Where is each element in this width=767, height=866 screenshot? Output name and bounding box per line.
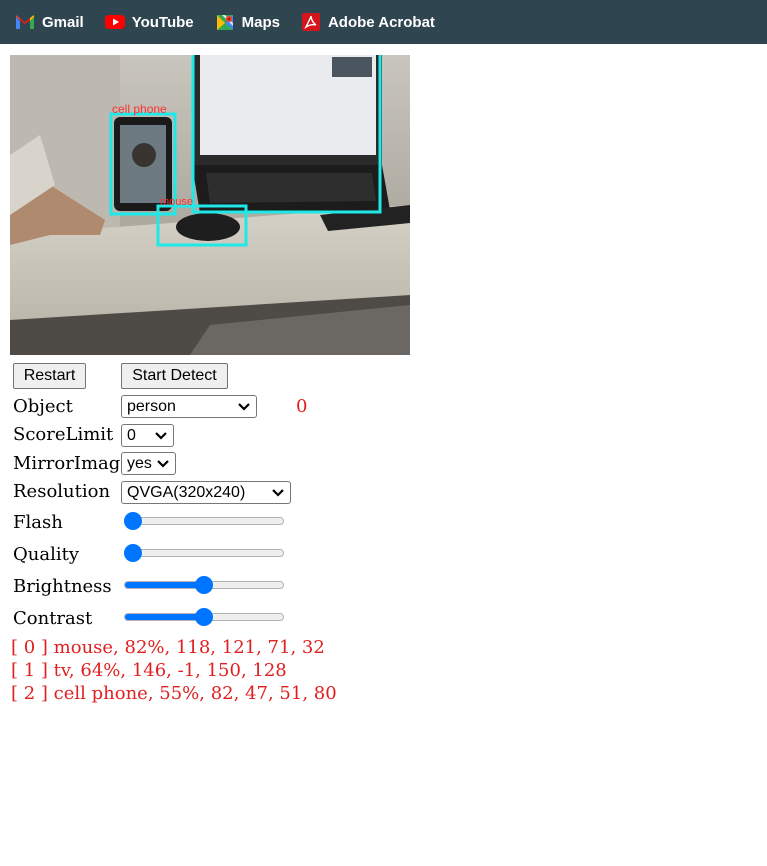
- slider-thumb[interactable]: [124, 512, 142, 530]
- resolution-label: Resolution: [13, 481, 111, 502]
- chevron-down-icon: [155, 431, 167, 440]
- chevron-down-icon: [157, 459, 169, 468]
- resolution-select-value: QVGA(320x240): [127, 483, 246, 501]
- mirror-image-select[interactable]: yes: [121, 452, 176, 475]
- score-limit-select-value: 0: [127, 426, 136, 444]
- result-line: [ 0 ] mouse, 82%, 118, 121, 71, 32: [11, 637, 325, 658]
- restart-button[interactable]: Restart: [13, 363, 86, 389]
- detection-label-mouse: mouse: [160, 196, 193, 208]
- youtube-icon: [104, 13, 126, 31]
- brightness-slider[interactable]: [124, 575, 284, 595]
- slider-fill: [125, 582, 205, 588]
- mirror-image-select-value: yes: [127, 454, 152, 472]
- camera-frame: cell phone mouse: [10, 55, 410, 355]
- chevron-down-icon: [238, 402, 250, 411]
- slider-thumb[interactable]: [195, 576, 213, 594]
- object-select-value: person: [127, 397, 176, 415]
- bookmarks-bar: Gmail YouTube Maps Adobe Acrobat: [0, 0, 767, 44]
- gmail-icon: [14, 13, 36, 31]
- score-limit-label: ScoreLimit: [13, 424, 114, 445]
- contrast-label: Contrast: [13, 608, 93, 629]
- bookmark-gmail[interactable]: Gmail: [14, 13, 84, 31]
- quality-label: Quality: [13, 544, 79, 565]
- slider-thumb[interactable]: [195, 608, 213, 626]
- quality-slider[interactable]: [124, 543, 284, 563]
- detection-results: [ 0 ] mouse, 82%, 118, 121, 71, 32 [ 1 ]…: [11, 636, 337, 705]
- maps-icon: [214, 13, 236, 31]
- chevron-down-icon: [272, 488, 284, 497]
- object-label: Object: [13, 396, 73, 417]
- camera-stream: cell phone mouse: [10, 55, 410, 355]
- bookmark-adobe-acrobat[interactable]: Adobe Acrobat: [300, 13, 435, 31]
- bookmark-label: YouTube: [131, 13, 194, 31]
- score-limit-select[interactable]: 0: [121, 424, 174, 447]
- detection-label-cell-phone: cell phone: [112, 102, 167, 116]
- object-count: 0: [296, 396, 308, 417]
- contrast-slider[interactable]: [124, 607, 284, 627]
- bookmark-label: Adobe Acrobat: [327, 13, 435, 31]
- slider-thumb[interactable]: [124, 544, 142, 562]
- start-detect-button[interactable]: Start Detect: [121, 363, 228, 389]
- resolution-select[interactable]: QVGA(320x240): [121, 481, 291, 504]
- bookmark-youtube[interactable]: YouTube: [104, 13, 194, 31]
- flash-label: Flash: [13, 512, 63, 533]
- result-line: [ 2 ] cell phone, 55%, 82, 47, 51, 80: [11, 683, 337, 704]
- bookmark-label: Maps: [241, 13, 280, 31]
- adobe-acrobat-icon: [300, 13, 322, 31]
- slider-track: [124, 549, 284, 557]
- bookmark-maps[interactable]: Maps: [214, 13, 280, 31]
- slider-fill: [125, 614, 205, 620]
- brightness-label: Brightness: [13, 576, 112, 597]
- result-line: [ 1 ] tv, 64%, 146, -1, 150, 128: [11, 660, 287, 681]
- flash-slider[interactable]: [124, 511, 284, 531]
- slider-track: [124, 517, 284, 525]
- mirror-image-label: MirrorImage: [13, 453, 131, 474]
- object-select[interactable]: person: [121, 395, 257, 418]
- bookmark-label: Gmail: [42, 13, 84, 31]
